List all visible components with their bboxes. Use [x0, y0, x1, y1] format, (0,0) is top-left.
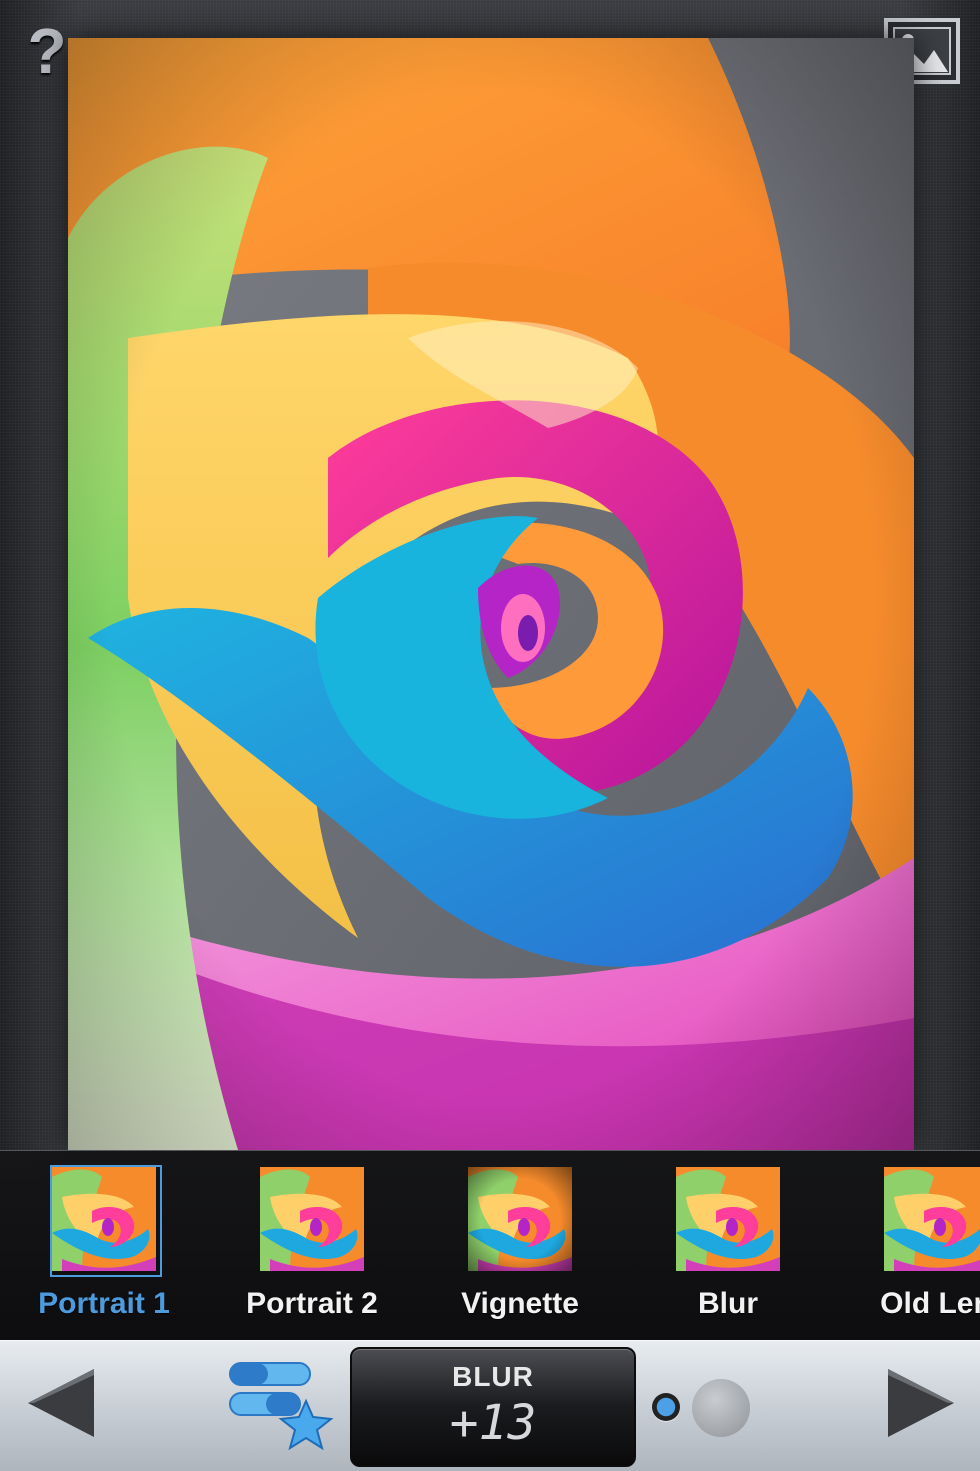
- filter-label: Portrait 2: [246, 1287, 378, 1320]
- filter-label: Blur: [698, 1287, 758, 1320]
- filter-old-lens[interactable]: Old Len: [836, 1165, 980, 1335]
- filter-thumbnail: [882, 1165, 980, 1277]
- filter-blur[interactable]: Blur: [628, 1165, 828, 1335]
- styles-button[interactable]: [226, 1359, 338, 1453]
- triangle-left-icon: [28, 1369, 94, 1437]
- filter-thumbnail: [258, 1165, 370, 1277]
- filter-thumbnail: [466, 1165, 578, 1277]
- triangle-right-icon: [888, 1369, 954, 1437]
- photo-preview[interactable]: [68, 38, 914, 1150]
- page-indicator-dot-active[interactable]: [652, 1393, 680, 1421]
- adjustment-value: +13: [449, 1395, 537, 1451]
- filter-label: Portrait 1: [38, 1287, 170, 1320]
- previous-button[interactable]: [24, 1363, 104, 1443]
- filter-thumbnail: [50, 1165, 162, 1277]
- filter-thumbnail: [674, 1165, 786, 1277]
- filter-strip[interactable]: Portrait 1 Portrait 2 Vignette Blur Old …: [0, 1150, 980, 1341]
- bottom-toolbar: BLUR +13: [0, 1340, 980, 1471]
- filter-portrait-1[interactable]: Portrait 1: [4, 1165, 204, 1335]
- rainbow-rose-photo: [68, 38, 914, 1150]
- styles-star-icon: [229, 1362, 334, 1451]
- question-mark-icon: ?: [27, 15, 67, 87]
- filter-label: Vignette: [461, 1287, 579, 1320]
- next-button[interactable]: [878, 1363, 958, 1443]
- page-indicator-dot[interactable]: [692, 1379, 750, 1437]
- filter-portrait-2[interactable]: Portrait 2: [212, 1165, 412, 1335]
- adjustment-name: BLUR: [452, 1361, 534, 1392]
- help-button[interactable]: ?: [22, 16, 72, 86]
- filter-vignette[interactable]: Vignette: [420, 1165, 620, 1335]
- filter-label: Old Len: [880, 1287, 980, 1320]
- adjustment-value-display[interactable]: BLUR +13: [350, 1347, 636, 1467]
- editor-canvas: ?: [0, 0, 980, 1150]
